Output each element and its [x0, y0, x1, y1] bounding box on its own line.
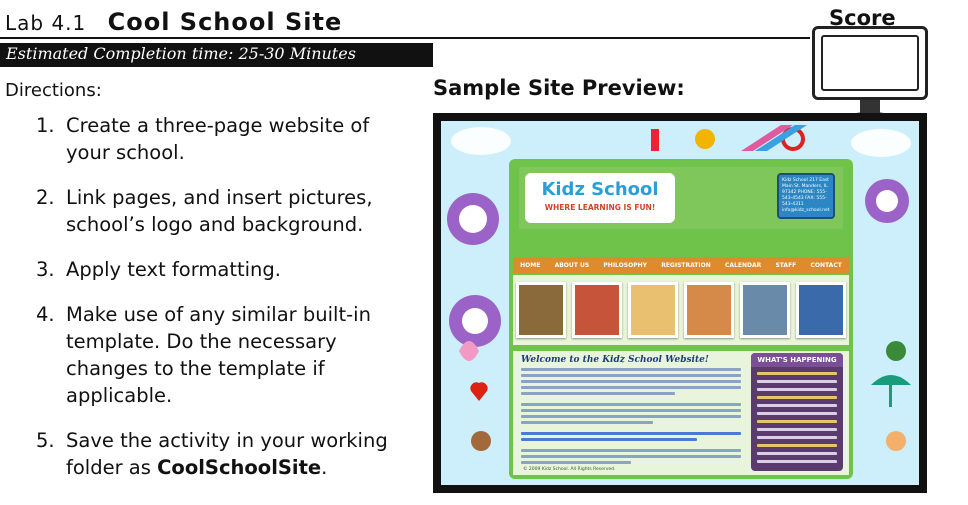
site-sidebar: WHAT'S HAPPENING	[751, 353, 843, 471]
step-item: 2. Link pages, and insert pictures, scho…	[36, 186, 373, 236]
nav-item: STAFF	[775, 261, 797, 269]
site-address-card: Kidz School 217 East Main St. Manders, I…	[777, 173, 835, 219]
directions-list: 1. Create a three-page website of your s…	[36, 112, 416, 499]
site-footer: © 2009 Kidz School. All Rights Reserved.	[523, 467, 616, 472]
nav-item: HOME	[520, 261, 541, 269]
nav-item: CALENDAR	[725, 261, 762, 269]
lab-title: Cool School Site	[107, 8, 343, 36]
step-item: 4. Make use of any similar built-in temp…	[36, 303, 371, 407]
lab-number: Lab 4.1	[5, 11, 87, 35]
nav-item: PHILOSOPHY	[603, 261, 647, 269]
folder-name: CoolSchoolSite	[157, 456, 322, 479]
child-photo	[572, 282, 622, 338]
site-nav: HOME ABOUT US PHILOSOPHY REGISTRATION CA…	[513, 257, 849, 273]
directions-label: Directions:	[5, 80, 102, 101]
site-banner: Kidz School WHERE LEARNING IS FUN! Kidz …	[519, 167, 843, 229]
step-item: 1. Create a three-page website of your s…	[36, 114, 370, 164]
child-photo	[684, 282, 734, 338]
site-mockup: Kidz School WHERE LEARNING IS FUN! Kidz …	[509, 159, 853, 479]
child-photo	[516, 282, 566, 338]
lab-header: Lab 4.1 Cool School Site	[5, 8, 342, 36]
child-photo	[796, 282, 846, 338]
nav-item: REGISTRATION	[661, 261, 711, 269]
estimated-time-text: Estimated Completion time: 25-30 Minutes	[6, 44, 356, 63]
welcome-heading: Welcome to the Kidz School Website!	[521, 355, 709, 365]
step-item: 5. Save the activity in your working fol…	[36, 429, 388, 479]
site-main-column: Welcome to the Kidz School Website!	[521, 355, 741, 464]
sample-site-preview: Kidz School WHERE LEARNING IS FUN! Kidz …	[433, 113, 927, 493]
header-rule	[0, 37, 810, 39]
child-photo	[628, 282, 678, 338]
site-content: Welcome to the Kidz School Website! WHAT…	[513, 351, 849, 475]
estimated-time-bar: Estimated Completion time: 25-30 Minutes	[0, 43, 433, 67]
preview-title: Sample Site Preview:	[433, 76, 685, 100]
site-logo: Kidz School WHERE LEARNING IS FUN!	[525, 173, 675, 223]
photo-strip	[513, 275, 849, 345]
nav-item: ABOUT US	[554, 261, 590, 269]
child-photo	[740, 282, 790, 338]
step-item: 3. Apply text formatting.	[36, 258, 281, 281]
preview-background: Kidz School WHERE LEARNING IS FUN! Kidz …	[441, 121, 919, 485]
sidebar-heading: WHAT'S HAPPENING	[751, 353, 843, 367]
nav-item: CONTACT	[810, 261, 842, 269]
